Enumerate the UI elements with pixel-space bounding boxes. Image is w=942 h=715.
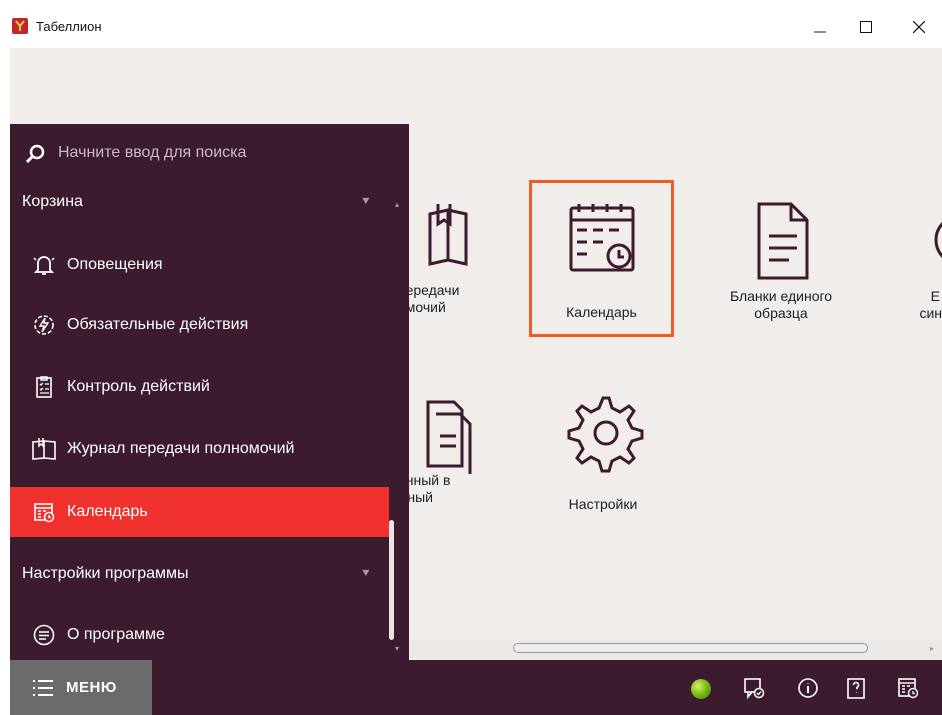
- document-icon: [757, 202, 809, 280]
- menu-item-about[interactable]: О программе: [10, 610, 389, 660]
- maximize-button[interactable]: [843, 12, 889, 42]
- tile-journal[interactable]: передачи омочий: [398, 198, 508, 316]
- menu-item-calendar[interactable]: Календарь: [10, 487, 389, 537]
- documents-icon: [426, 400, 472, 474]
- required-actions-icon: [23, 313, 65, 337]
- partial-icon: [934, 221, 942, 259]
- book-icon: [23, 437, 65, 461]
- calendar-icon: [23, 500, 65, 524]
- side-menu: Начните ввод для поиска Корзина ⯆ Оповещ…: [10, 124, 409, 660]
- menu-item-authority-journal[interactable]: Журнал передачи полномочий: [10, 424, 389, 474]
- help-icon[interactable]: [844, 676, 868, 700]
- menu-item-label: Оповещения: [67, 256, 163, 273]
- section-trash[interactable]: Корзина ⯆: [10, 182, 389, 222]
- menu-button-label: МЕНЮ: [66, 679, 117, 696]
- scroll-right-arrow-icon[interactable]: ▸: [930, 644, 934, 653]
- chevron-double-down-icon[interactable]: ⯆: [361, 566, 371, 582]
- scroll-down-arrow-icon[interactable]: ▾: [395, 644, 399, 653]
- menu-item-label: Журнал передачи полномочий: [67, 440, 295, 457]
- minimize-button[interactable]: [797, 12, 843, 42]
- app-logo-icon: [12, 18, 28, 34]
- search-bar[interactable]: Начните ввод для поиска: [10, 124, 409, 182]
- bottom-bar: МЕНЮ: [10, 660, 942, 715]
- chevron-double-down-icon[interactable]: ⯆: [361, 194, 371, 210]
- tile-label: передачи: [398, 282, 460, 298]
- search-icon: [26, 144, 45, 164]
- menu-item-required-actions[interactable]: Обязательные действия: [10, 300, 389, 350]
- calendar-icon[interactable]: [896, 676, 920, 700]
- menu-scrollbar-thumb[interactable]: [389, 520, 394, 640]
- tile-label: Бланки единого: [729, 288, 833, 304]
- scroll-up-arrow-icon[interactable]: ▴: [395, 200, 399, 209]
- title-bar: Табеллион: [0, 0, 942, 48]
- messages-icon[interactable]: [742, 676, 766, 700]
- tile-settings[interactable]: Настройки: [553, 388, 653, 513]
- menu-item-notifications[interactable]: Оповещения: [10, 240, 389, 290]
- tile-blank-forms[interactable]: Бланки единого образца: [716, 198, 846, 322]
- menu-item-label: Календарь: [67, 503, 148, 520]
- menu-item-label: Обязательные действия: [67, 316, 249, 333]
- tile-label: омочий: [398, 299, 446, 315]
- tile-label: Е: [930, 288, 940, 304]
- horizontal-scrollbar-thumb[interactable]: [513, 643, 868, 653]
- menu-button[interactable]: МЕНЮ: [10, 660, 152, 715]
- selected-tile-outline: [529, 180, 674, 337]
- connection-status-icon: [691, 679, 711, 699]
- section-label: Настройки программы: [22, 565, 189, 582]
- menu-item-label: Контроль действий: [67, 378, 210, 395]
- about-icon: [23, 623, 65, 647]
- tile-label: син: [919, 305, 942, 321]
- tile-label: Настройки: [568, 496, 638, 512]
- book-icon: [428, 204, 468, 266]
- hamburger-menu-icon: [33, 679, 53, 696]
- bell-icon: [23, 253, 65, 277]
- section-label: Корзина: [22, 193, 83, 210]
- info-icon[interactable]: [796, 676, 820, 700]
- close-button[interactable]: [896, 12, 942, 42]
- search-input[interactable]: Начните ввод для поиска: [58, 144, 246, 162]
- menu-item-label: О программе: [67, 626, 165, 643]
- tile-partial[interactable]: Е син: [898, 198, 942, 322]
- window-title: Табеллион: [36, 19, 102, 34]
- checklist-icon: [23, 375, 65, 399]
- tile-label: образца: [754, 305, 808, 321]
- gear-icon: [567, 396, 644, 473]
- tile-label: жный: [398, 489, 433, 505]
- section-program-settings[interactable]: Настройки программы ⯆: [10, 554, 389, 594]
- tile-documents[interactable]: онный в жный: [398, 390, 508, 506]
- menu-item-action-control[interactable]: Контроль действий: [10, 362, 389, 412]
